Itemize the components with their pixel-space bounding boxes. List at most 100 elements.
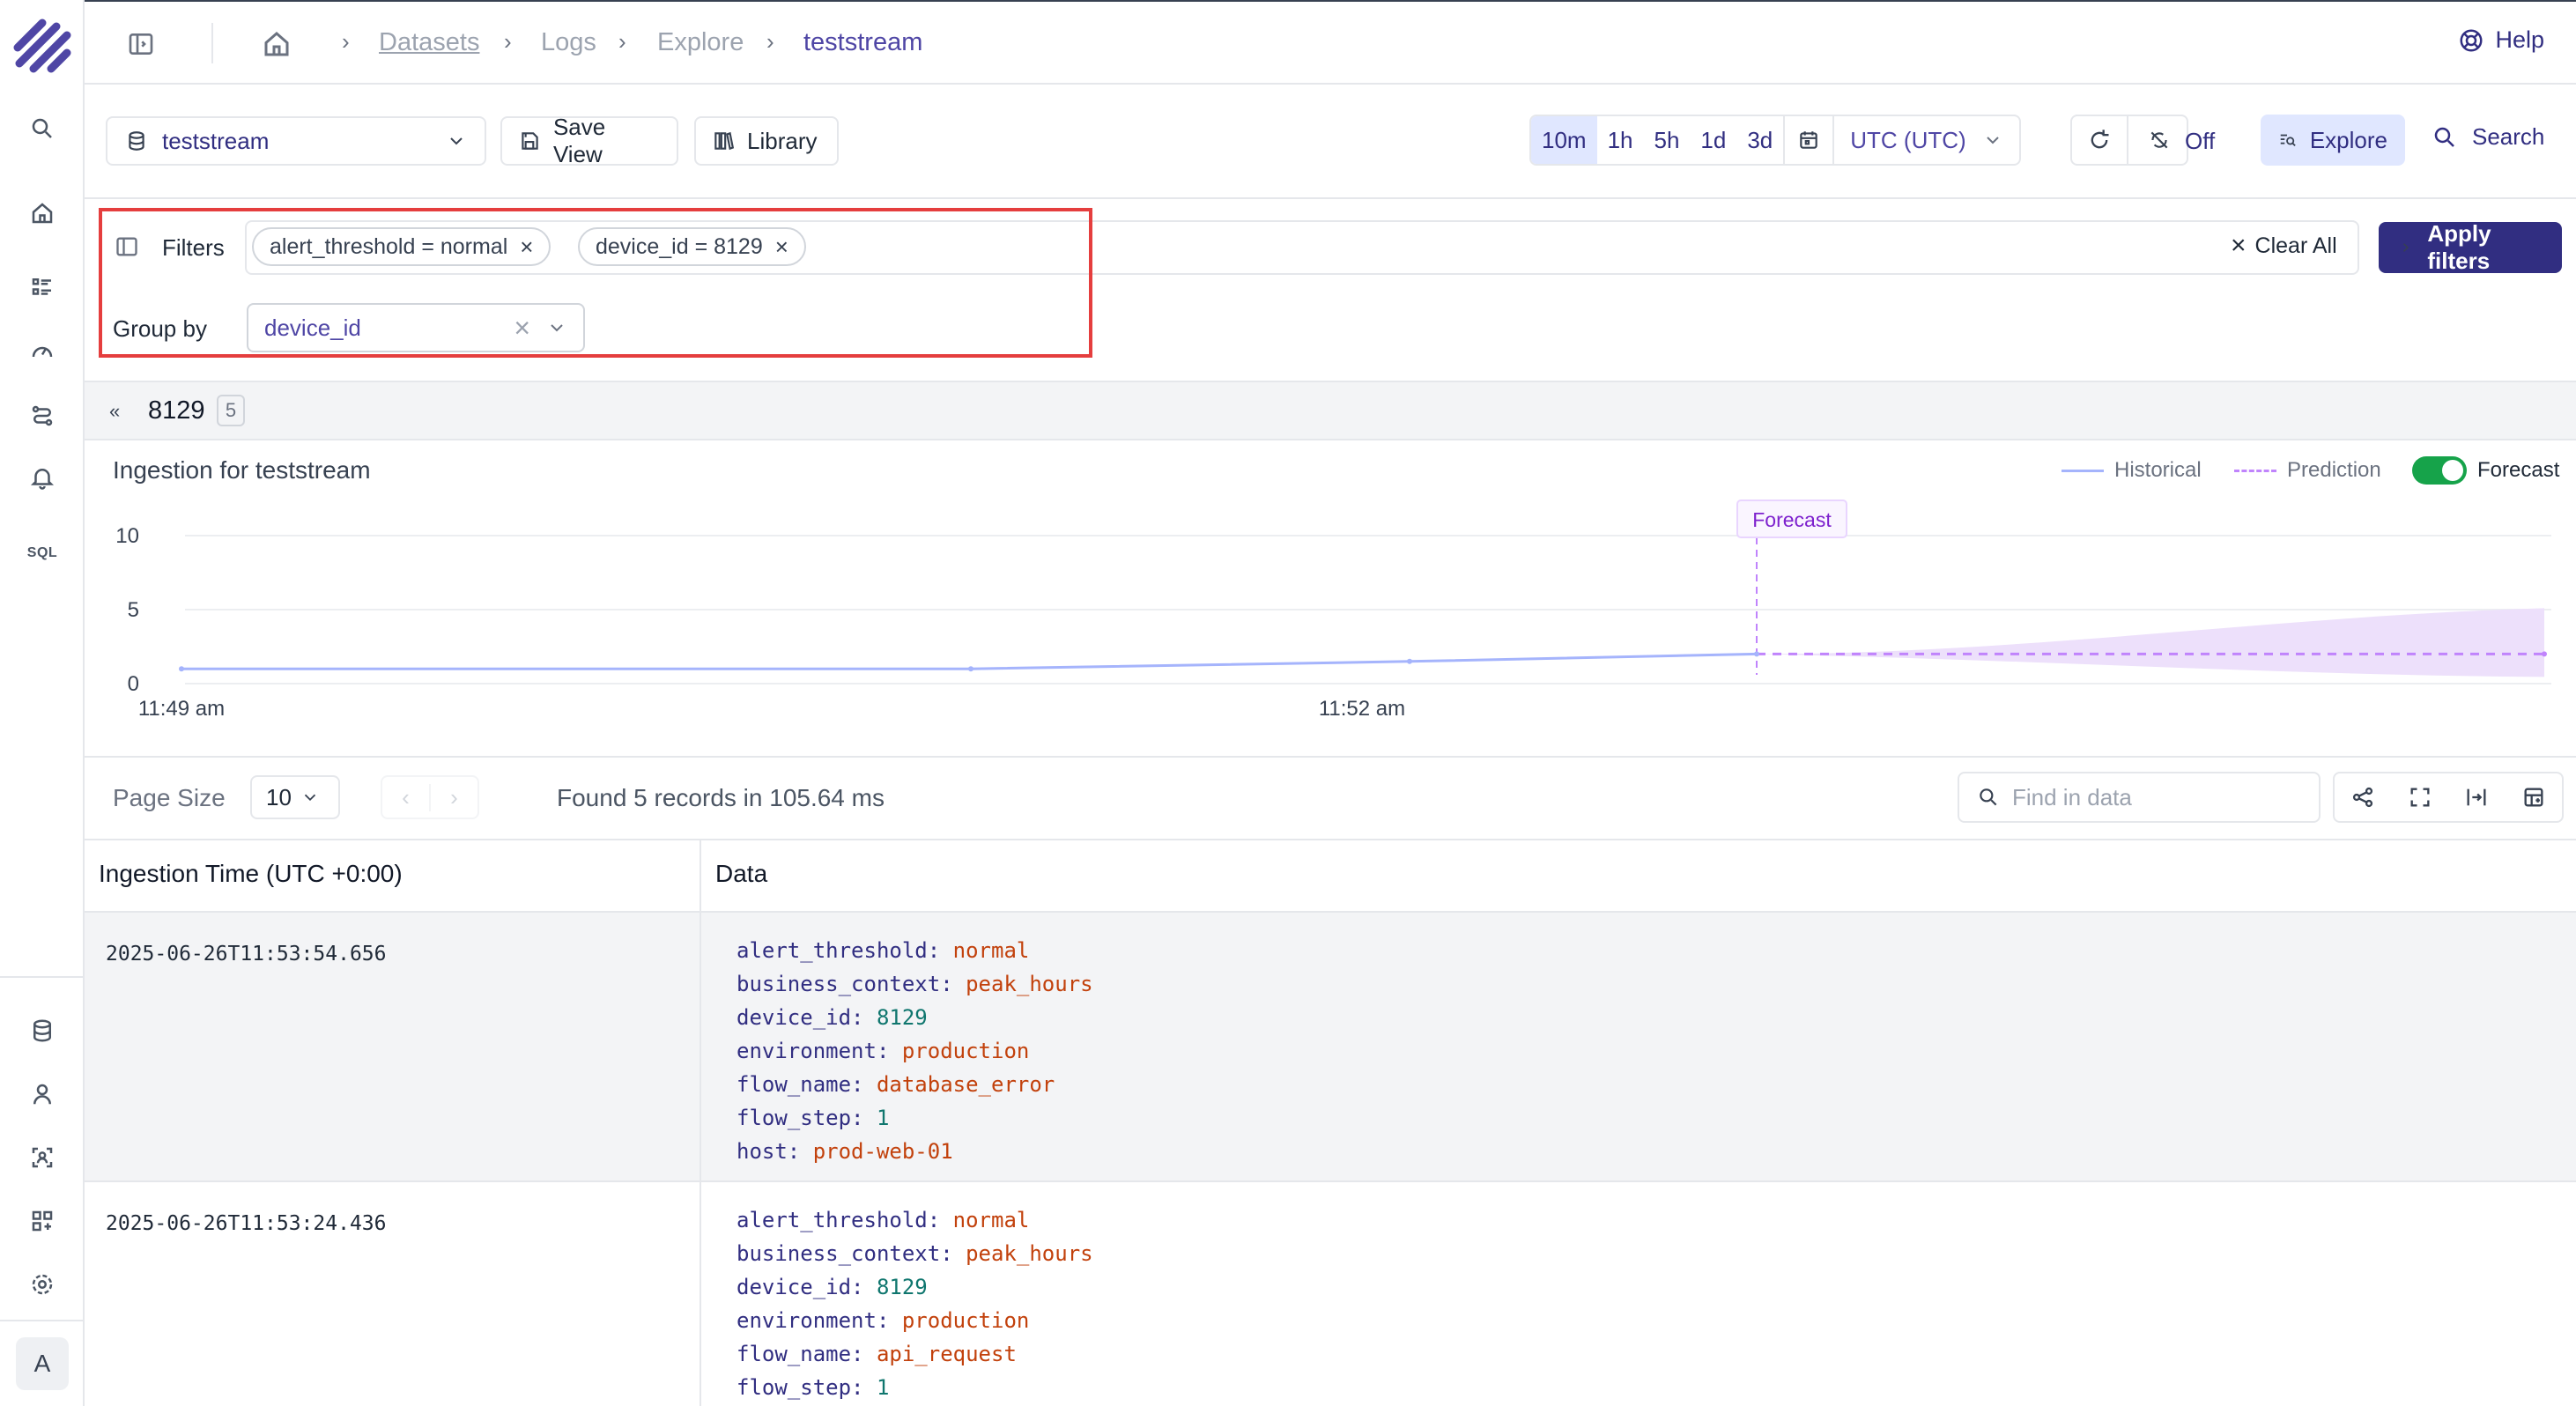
filter-chip[interactable]: alert_threshold = normal × — [252, 227, 551, 266]
apps-icon[interactable] — [25, 1203, 60, 1239]
historical-point — [1754, 651, 1759, 657]
table-row[interactable]: 2025-06-26T11:53:24.436 alert_threshold:… — [85, 1182, 2576, 1406]
close-icon[interactable]: × — [775, 233, 788, 261]
database-icon[interactable] — [25, 1013, 60, 1048]
app-logo[interactable] — [12, 18, 72, 74]
toggle-switch[interactable] — [2412, 456, 2467, 485]
stream-select[interactable]: teststream — [106, 116, 486, 166]
clear-icon[interactable]: × — [514, 312, 530, 344]
filter-chip[interactable]: device_id = 8129 × — [578, 227, 806, 266]
group-header[interactable]: « 8129 5 — [85, 381, 2576, 440]
help-button[interactable]: Help — [2458, 26, 2544, 54]
table-header: Ingestion Time (UTC +0:00) Data — [85, 840, 2576, 913]
logs-icon[interactable] — [25, 270, 60, 305]
legend-label: Historical — [2114, 458, 2202, 482]
row-data: alert_threshold: normal business_context:… — [737, 1203, 1093, 1404]
wrap-icon[interactable] — [2464, 785, 2489, 810]
data-field: business_context: peak_hours — [737, 972, 1093, 996]
time-range-1d[interactable]: 1d — [1690, 116, 1736, 164]
bell-icon[interactable] — [25, 460, 60, 495]
breadcrumb-logs[interactable]: Logs — [541, 28, 596, 57]
field-key: host — [737, 1139, 788, 1164]
page-size-label: Page Size — [113, 784, 226, 811]
stream-select-value: teststream — [162, 127, 270, 154]
sidebar-toggle-icon[interactable] — [127, 30, 155, 58]
gauge-icon[interactable] — [25, 335, 60, 370]
data-field: host: prod-web-01 — [737, 1139, 953, 1164]
refresh-button[interactable] — [2072, 116, 2128, 164]
avatar[interactable]: A — [16, 1337, 69, 1390]
field-value: 8129 — [876, 1275, 928, 1299]
table-columns-icon[interactable] — [2521, 785, 2546, 810]
column-header-time[interactable]: Ingestion Time (UTC +0:00) — [99, 860, 403, 888]
auto-refresh-toggle[interactable] — [2128, 129, 2187, 152]
save-view-button[interactable]: Save View — [500, 114, 678, 167]
chevron-right-icon: › — [766, 28, 774, 55]
legend-swatch — [2234, 469, 2276, 472]
time-range-1h[interactable]: 1h — [1597, 116, 1644, 164]
filters-panel-toggle-icon[interactable] — [115, 234, 139, 263]
time-range-10m[interactable]: 10m — [1531, 116, 1597, 164]
ingestion-chart: 10 5 0 11:49 am 11:52 am Forecast — [115, 500, 2551, 721]
time-range-5h[interactable]: 5h — [1644, 116, 1691, 164]
search-icon[interactable] — [25, 111, 60, 146]
apply-filters-button[interactable]: Apply filters — [2379, 220, 2562, 274]
row-data: alert_threshold: normal business_context:… — [737, 934, 1093, 1177]
close-icon: × — [2231, 231, 2247, 260]
prediction-band — [1757, 608, 2544, 677]
timezone-select[interactable]: UTC (UTC) — [1834, 116, 2018, 164]
find-in-data-input[interactable]: Find in data — [1958, 772, 2321, 823]
table-row[interactable]: 2025-06-26T11:53:54.656 alert_threshold:… — [85, 913, 2576, 1182]
refresh-group — [2070, 115, 2188, 166]
prev-page-button[interactable]: ‹ — [382, 783, 431, 811]
fullscreen-icon[interactable] — [2408, 785, 2432, 810]
data-field: environment: production — [737, 1308, 1030, 1333]
home-breadcrumb-icon[interactable] — [261, 28, 292, 60]
library-button[interactable]: Library — [694, 116, 839, 166]
data-field: device_id: 8129 — [737, 1005, 928, 1030]
sql-icon[interactable]: SQL — [25, 536, 60, 571]
search-icon — [2434, 127, 2454, 147]
collapse-chevron-icon[interactable]: « — [109, 400, 120, 423]
scan-user-icon[interactable] — [25, 1140, 60, 1175]
apply-filters-label: Apply filters — [2427, 220, 2491, 274]
explore-button[interactable]: Explore — [2261, 115, 2405, 166]
field-key: device_id — [737, 1005, 852, 1030]
chevron-right-icon: › — [342, 28, 350, 55]
filter-chip-label: alert_threshold = normal — [270, 233, 508, 259]
pipelines-icon[interactable] — [25, 398, 60, 433]
gear-icon[interactable] — [25, 1267, 60, 1302]
field-value: peak_hours — [966, 972, 1093, 996]
user-icon[interactable] — [25, 1077, 60, 1112]
data-field: flow_step: 1 — [737, 1375, 890, 1400]
chevron-down-icon — [450, 137, 463, 145]
page-size-select[interactable]: 10 — [250, 775, 340, 819]
filter-input[interactable] — [245, 220, 2359, 275]
field-key: environment — [737, 1308, 877, 1333]
group-by-value: device_id — [264, 314, 361, 341]
column-header-data[interactable]: Data — [715, 860, 767, 888]
share-icon[interactable] — [2350, 785, 2375, 810]
relative-time-group: 10m 1h 5h 1d 3d UTC (UTC) — [1529, 115, 2021, 166]
chevron-down-icon — [551, 324, 563, 332]
home-icon[interactable] — [25, 196, 60, 231]
next-page-button[interactable]: › — [431, 784, 477, 811]
group-by-select[interactable]: device_id × — [247, 303, 585, 352]
close-icon[interactable]: × — [520, 233, 533, 261]
legend-swatch — [2062, 469, 2104, 472]
forecast-toggle-label: Forecast — [2477, 458, 2560, 482]
y-tick-label: 5 — [128, 598, 139, 622]
forecast-toggle[interactable]: Forecast — [2412, 456, 2559, 485]
prediction-point — [2542, 651, 2547, 657]
breadcrumb-explore[interactable]: Explore — [657, 28, 744, 57]
breadcrumb-datasets[interactable]: Datasets — [379, 28, 479, 57]
explore-icon — [2280, 134, 2296, 147]
timezone-value: UTC (UTC) — [1850, 126, 1966, 153]
time-range-3d[interactable]: 3d — [1736, 116, 1783, 164]
save-icon — [522, 132, 538, 150]
sidebar: SQL A — [0, 0, 85, 1406]
field-value: peak_hours — [966, 1241, 1093, 1266]
calendar-button[interactable] — [1785, 116, 1832, 164]
search-button[interactable]: Search — [2432, 123, 2544, 151]
clear-all-button[interactable]: × Clear All — [2231, 231, 2337, 261]
